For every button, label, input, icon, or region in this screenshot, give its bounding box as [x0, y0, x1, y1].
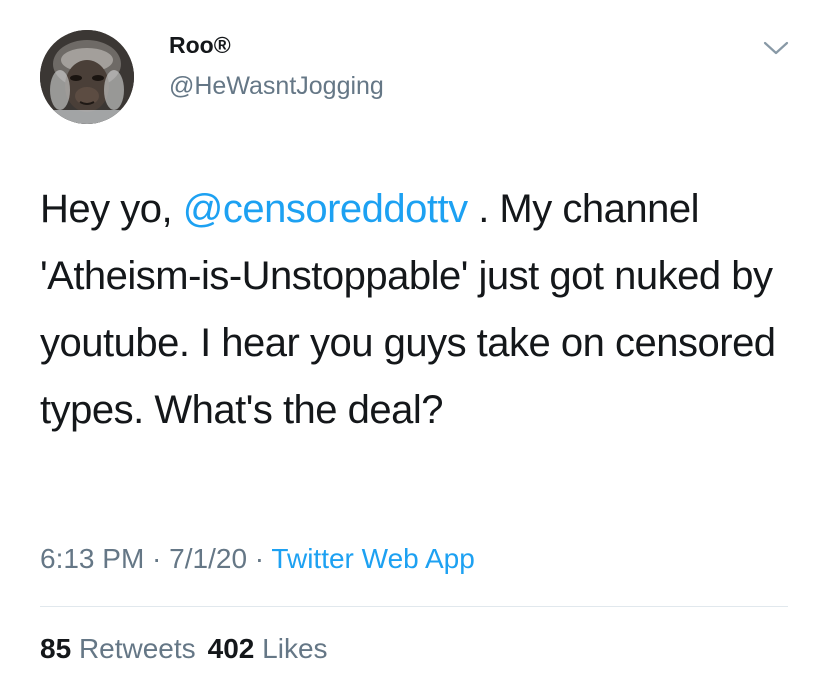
ape-face-avatar-image [40, 30, 134, 124]
tweet-meta: 6:13 PM · 7/1/20 · Twitter Web App [40, 543, 475, 575]
likes-label: Likes [262, 633, 328, 664]
user-handle[interactable]: @HeWasntJogging [169, 72, 384, 101]
mention-link[interactable]: @censoreddottv [183, 187, 468, 231]
tweet-text-before: Hey yo, [40, 187, 183, 231]
display-name[interactable]: Roo® [169, 32, 231, 59]
meta-separator: · [247, 543, 272, 574]
tweet-time[interactable]: 6:13 PM [40, 543, 144, 574]
meta-separator: · [144, 543, 170, 574]
retweets-label: Retweets [78, 633, 196, 664]
tweet-date[interactable]: 7/1/20 [169, 543, 247, 574]
divider [40, 606, 788, 607]
chevron-down-icon[interactable] [762, 38, 790, 58]
retweets-count: 85 [40, 633, 72, 664]
tweet-source-link[interactable]: Twitter Web App [271, 543, 474, 574]
retweets-stat[interactable]: 85 Retweets [40, 633, 196, 664]
likes-count: 402 [207, 633, 255, 664]
avatar[interactable] [40, 30, 134, 124]
tweet-text: Hey yo, @censoreddottv . My channel 'Ath… [40, 176, 800, 444]
likes-stat[interactable]: 402 Likes [208, 633, 328, 664]
tweet-stats: 85 Retweets 402 Likes [40, 633, 328, 665]
